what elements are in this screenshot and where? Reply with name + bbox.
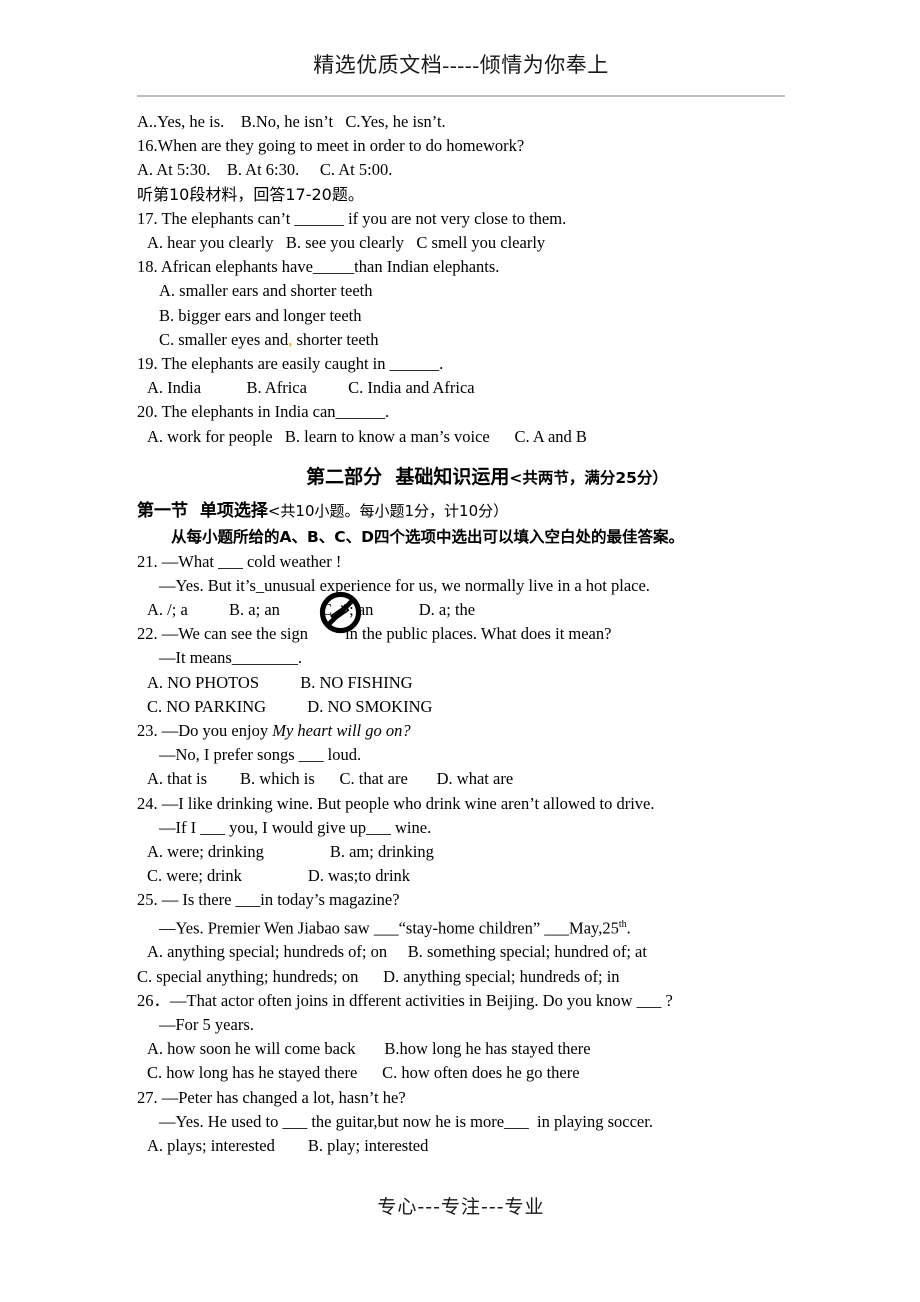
q18-option-a: A. smaller ears and shorter teeth (159, 281, 373, 301)
q16-stem: 16.When are they going to meet in order … (137, 136, 525, 156)
q18-stem: 18. African elephants have_____than Indi… (137, 257, 500, 277)
q21-line2: —Yes. But it’s_unusual experience for us… (159, 576, 650, 596)
q24-line1: 24. —I like drinking wine. But people wh… (137, 793, 655, 813)
page-header-watermark: 精选优质文档-----倾情为你奉上 (313, 53, 609, 77)
section-one-title: 第一节 单项选择<共10小题。每小题1分，计10分） (137, 498, 837, 524)
section-one-title-note: <共10小题。每小题1分，计10分） (267, 501, 509, 520)
q15-options: A..Yes, he is. B.No, he isn’t C.Yes, he … (137, 112, 446, 131)
q25-options-ab: A. anything special; hundreds of; on B. … (147, 942, 647, 962)
q26-options-cd: C. how long has he stayed there C. how o… (147, 1063, 580, 1083)
q24-options-ab: A. were; drinking B. am; drinking (147, 842, 434, 862)
q18-option-c-pre: C. smaller eyes and (159, 329, 289, 349)
q27-line1: 27. —Peter has changed a lot, hasn’t he? (137, 1087, 406, 1107)
q25-line2-pre: —Yes. Premier Wen Jiabao saw ___“stay-ho… (159, 918, 619, 938)
q24-line2: —If I ___ you, I would give up___ wine. (159, 817, 432, 837)
section-one-title-main: 第一节 单项选择 (137, 500, 268, 521)
q25-line2-post: . (626, 918, 631, 938)
q22-options-ab: A. NO PHOTOS B. NO FISHING (147, 672, 413, 692)
q23-line2: —No, I prefer songs ___ loud. (159, 745, 362, 765)
q25-ordinal-suffix: th (618, 918, 627, 930)
q18-option-c: C. smaller eyes and, shorter teeth (137, 328, 837, 352)
q23-line1: 23. —Do you enjoy My heart will go on? (137, 719, 837, 743)
page-footer-slogan: 专心---专注---专业 (377, 1196, 545, 1218)
q22-line2: —It means________. (159, 648, 302, 668)
section-one-instruction: 从每小题所给的A、B、C、D四个选项中选出可以填入空白处的最佳答案。 (171, 527, 685, 546)
q22-options-cd: C. NO PARKING D. NO SMOKING (147, 696, 433, 716)
q25-line2: —Yes. Premier Wen Jiabao saw ___“stay-ho… (137, 913, 837, 941)
q21-line1: 21. —What ___ cold weather ! (137, 551, 342, 571)
q25-line1: 25. — Is there ___in today’s magazine? (137, 890, 400, 910)
part-two-title-main: 第二部分 基础知识运用 (306, 465, 510, 488)
q26-line2: —For 5 years. (159, 1015, 254, 1034)
document-body: A..Yes, he is. B.No, he isn’t C.Yes, he … (137, 110, 837, 1158)
q24-options-cd: C. were; drink D. was;to drink (147, 866, 411, 886)
listening-material-note: 听第10段材料，回答17-20题。 (137, 184, 364, 204)
q20-options: A. work for people B. learn to know a ma… (147, 426, 587, 446)
header-divider (137, 95, 785, 97)
q26-line1: 26．—That actor often joins in dfferent a… (137, 990, 673, 1010)
q27-line2: —Yes. He used to ___ the guitar,but now … (159, 1111, 653, 1131)
q25-options-cd: C. special anything; hundreds; on D. any… (137, 966, 620, 986)
q23-line1-pre: 23. —Do you enjoy (137, 721, 273, 741)
q22-line1-pre: 22. —We can see the sign (137, 624, 313, 644)
q23-song-title: My heart will go on? (272, 721, 411, 741)
q21-options: A. /; a B. a; an C. / ; an D. a; the (147, 600, 476, 620)
q23-options: A. that is B. which is C. that are D. wh… (147, 769, 514, 789)
q22-line1: 22. —We can see the sign in the public p… (137, 592, 837, 646)
q18-option-b: B. bigger ears and longer teeth (159, 305, 362, 325)
q19-options: A. India B. Africa C. India and Africa (147, 378, 475, 398)
q27-options: A. plays; interested B. play; interested (147, 1136, 429, 1156)
no-smoking-icon (319, 591, 362, 634)
q19-stem: 19. The elephants are easily caught in _… (137, 354, 444, 374)
part-two-title: 第二部分 基础知识运用<共两节，满分25分） (137, 457, 837, 498)
q26-options-ab: A. how soon he will come back B.how long… (147, 1039, 591, 1059)
q18-option-c-post: shorter teeth (292, 329, 379, 349)
q16-options: A. At 5:30. B. At 6:30. C. At 5:00. (137, 160, 393, 180)
q17-options: A. hear you clearly B. see you clearly C… (147, 233, 546, 253)
part-two-title-note: <共两节，满分25分） (509, 468, 668, 487)
document-page: 精选优质文档-----倾情为你奉上 A..Yes, he is. B.No, h… (0, 0, 920, 1302)
q20-stem: 20. The elephants in India can______. (137, 402, 390, 422)
q17-stem: 17. The elephants can’t ______ if you ar… (137, 208, 567, 228)
